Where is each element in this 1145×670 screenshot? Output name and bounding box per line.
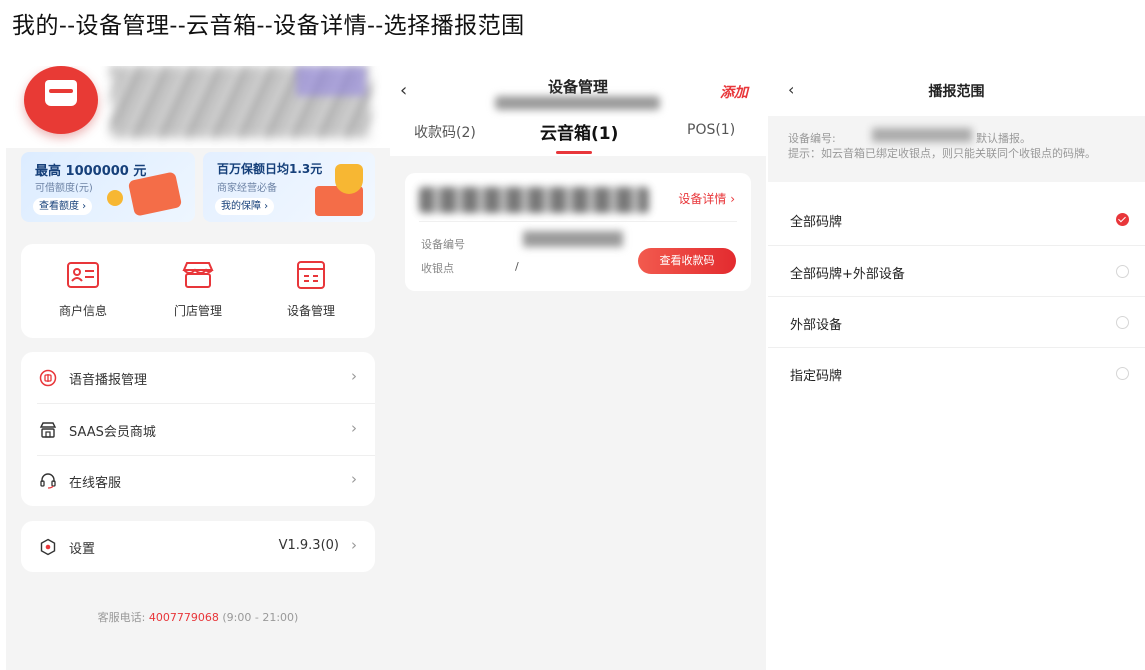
menu-list: 语音播报管理 › SAAS会员商城 › 在线客服 › <box>21 352 375 506</box>
page-title: 设备管理 <box>547 78 608 96</box>
menu-label-saas-mall: SAAS会员商城 <box>69 425 156 440</box>
menu-item-voice-broadcast[interactable]: 语音播报管理 › <box>21 352 375 403</box>
option-label: 全部码牌 <box>790 215 843 230</box>
insurance-promo-title: 百万保额日均1.3元 <box>217 162 323 176</box>
option-specified-code-plates[interactable]: 指定码牌 <box>768 348 1145 398</box>
loan-promo-subtitle: 可借额度(元) <box>35 183 93 194</box>
option-label: 外部设备 <box>790 318 843 333</box>
merchant-avatar[interactable] <box>24 66 98 134</box>
grid-label-device-management: 设备管理 <box>286 304 335 318</box>
menu-item-saas-mall[interactable]: SAAS会员商城 › <box>21 404 375 455</box>
broadcast-info-notice: 设备编号: 默认播报。 提示：如云音箱已绑定收银点，则只能关联同个收银点的码牌。 <box>768 116 1145 182</box>
document-title: 我的--设备管理--云音箱--设备详情--选择播报范围 <box>12 13 525 39</box>
card-divider <box>419 221 737 222</box>
cashier-point-label: 收银点 <box>421 262 454 275</box>
app-version: V1.9.3(0) <box>278 538 339 553</box>
broadcast-range-panel: ‹ 播报范围 设备编号: 默认播报。 提示：如云音箱已绑定收银点，则只能关联同个… <box>768 66 1145 398</box>
merchant-info-icon <box>67 262 99 288</box>
tab-pos[interactable]: POS(1) <box>687 122 735 138</box>
my-coverage-button[interactable]: 我的保障 › <box>215 198 275 215</box>
headset-icon <box>40 473 56 489</box>
radio-unchecked-icon[interactable] <box>1116 265 1129 278</box>
grid-label-merchant-info: 商户信息 <box>58 304 107 318</box>
option-all-code-plates-and-external[interactable]: 全部码牌+外部设备 <box>768 246 1145 297</box>
redacted-device-name <box>419 187 649 213</box>
grid-item-merchant-info[interactable]: 商户信息 <box>33 260 133 319</box>
broadcast-range-header: ‹ 播报范围 <box>768 66 1145 116</box>
settings-icon <box>40 538 56 556</box>
loan-promo-title: 最高 1000000 元 <box>35 164 147 179</box>
menu-item-settings[interactable]: 设置 V1.9.3(0) › <box>21 521 375 572</box>
settings-row[interactable]: 设置 V1.9.3(0) › <box>21 521 375 572</box>
insurance-promo-card[interactable]: 百万保额日均1.3元 商家经营必备 我的保障 › <box>203 152 375 222</box>
settings-label: 设置 <box>69 542 96 557</box>
shop-logo-icon <box>45 80 77 106</box>
grid-item-device-management[interactable]: 设备管理 <box>261 260 361 319</box>
option-label: 指定码牌 <box>790 369 843 384</box>
redacted-device-serial <box>523 231 623 247</box>
chevron-right-icon: › <box>351 419 357 437</box>
cashier-point-value: / <box>515 260 519 273</box>
option-all-code-plates[interactable]: 全部码牌 <box>768 194 1145 245</box>
shield-check-icon <box>335 164 363 194</box>
coin-icon <box>107 190 123 206</box>
cloud-speaker-device-card: 设备详情 › 设备编号 收银点 / 查看收款码 <box>405 173 751 291</box>
default-broadcast-text: 默认播报。 <box>976 132 1031 145</box>
redacted-merchant-name <box>495 96 660 110</box>
menu-label-online-support: 在线客服 <box>69 476 122 491</box>
tab-payment-code[interactable]: 收款码(2) <box>414 122 476 142</box>
grid-label-store-management: 门店管理 <box>173 304 222 318</box>
profile-header <box>6 66 390 148</box>
menu-item-online-support[interactable]: 在线客服 › <box>21 455 375 506</box>
device-management-panel: ‹ 设备管理 添加 收款码(2) 云音箱(1) POS(1) 设备详情 › 设备… <box>390 66 766 670</box>
radio-checked-icon[interactable] <box>1116 213 1129 226</box>
voice-broadcast-icon <box>39 369 57 387</box>
option-external-devices[interactable]: 外部设备 <box>768 297 1145 348</box>
view-credit-button[interactable]: 查看额度 › <box>33 198 93 215</box>
redacted-device-serial <box>872 128 972 142</box>
device-serial-prefix: 设备编号: <box>788 132 836 145</box>
shortcut-grid: 商户信息 门店管理 设备管理 <box>21 244 375 338</box>
page-title: 播报范围 <box>928 84 985 100</box>
support-phone-number[interactable]: 4007779068 <box>149 611 219 624</box>
chevron-right-icon: › <box>351 367 357 385</box>
redacted-profile-accent <box>296 66 366 96</box>
device-detail-link[interactable]: 设备详情 › <box>678 190 735 207</box>
insurance-promo-subtitle: 商家经营必备 <box>217 183 277 194</box>
chevron-right-icon: › <box>351 536 357 554</box>
my-page-panel: 最高 1000000 元 可借额度(元) 查看额度 › 百万保额日均1.3元 商… <box>6 66 390 670</box>
add-device-button[interactable]: 添加 <box>720 82 748 102</box>
grid-item-store-management[interactable]: 门店管理 <box>148 260 248 319</box>
menu-label-voice-broadcast: 语音播报管理 <box>69 373 148 388</box>
radio-unchecked-icon[interactable] <box>1116 316 1129 329</box>
loan-promo-card[interactable]: 最高 1000000 元 可借额度(元) 查看额度 › <box>21 152 195 222</box>
device-management-header: ‹ 设备管理 添加 收款码(2) 云音箱(1) POS(1) <box>390 66 766 156</box>
store-icon <box>182 262 214 288</box>
mall-icon <box>39 422 57 438</box>
view-payment-code-button[interactable]: 查看收款码 <box>638 248 736 274</box>
active-tab-indicator <box>556 151 592 154</box>
support-phone-prefix: 客服电话: <box>97 611 149 624</box>
tab-cloud-speaker[interactable]: 云音箱(1) <box>540 119 618 144</box>
option-label: 全部码牌+外部设备 <box>790 267 905 282</box>
device-serial-label: 设备编号 <box>421 238 465 251</box>
support-phone-footer: 客服电话: 4007779068 (9:00 - 21:00) <box>6 609 390 625</box>
support-hours: (9:00 - 21:00) <box>218 611 299 624</box>
chevron-right-icon: › <box>351 470 357 488</box>
radio-unchecked-icon[interactable] <box>1116 367 1129 380</box>
binding-tip-text: 提示：如云音箱已绑定收银点，则只能关联同个收银点的码牌。 <box>788 147 1096 160</box>
device-icon <box>297 261 325 289</box>
